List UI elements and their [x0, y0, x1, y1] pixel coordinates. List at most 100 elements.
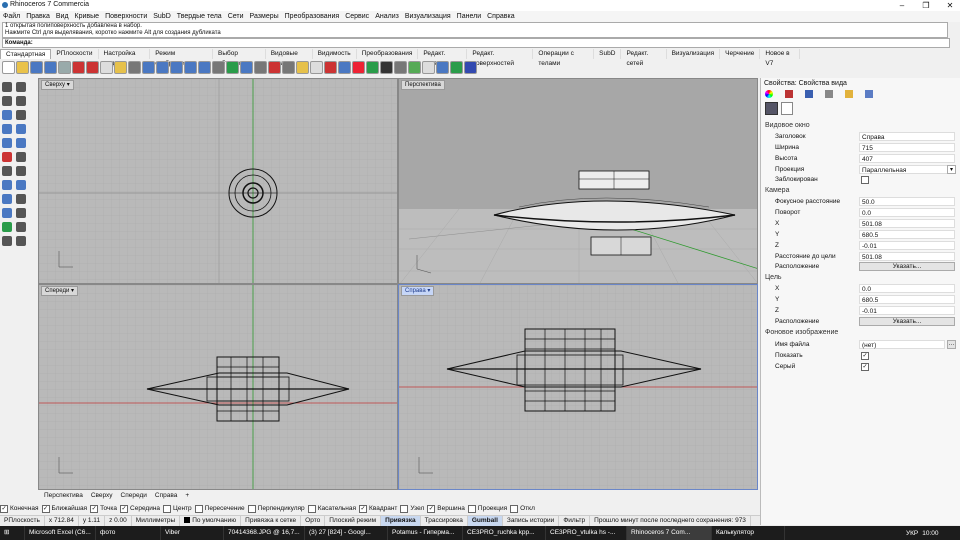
toolbar-tab[interactable]: Редакт. поверхностей — [467, 49, 534, 67]
viewport-tab[interactable]: Перспектива — [40, 491, 87, 501]
toolbar-tab[interactable]: Настройка вида — [99, 49, 151, 67]
toolbar-tool-icon[interactable] — [86, 61, 99, 74]
camera-pick-button[interactable]: Указать... — [859, 262, 955, 271]
folder-icon[interactable] — [845, 90, 853, 98]
toolbar-tab[interactable]: Редакт. сетей — [621, 49, 667, 67]
toolbar-tool-icon[interactable] — [296, 61, 309, 74]
toolbar-tool-icon[interactable] — [310, 61, 323, 74]
left-tool-icon[interactable] — [2, 208, 12, 218]
menu-item[interactable]: SubD — [150, 11, 174, 22]
osnap-checkbox[interactable] — [307, 504, 316, 513]
prop-value[interactable]: 501.08 — [859, 219, 955, 228]
toolbar-tab[interactable]: Выбор объектов — [213, 49, 266, 67]
toolbar-tool-icon[interactable] — [156, 61, 169, 74]
taskbar-item[interactable]: Rhinoceros 7 Com... — [627, 526, 712, 540]
toolbar-tool-icon[interactable] — [464, 61, 477, 74]
target-pick-button[interactable]: Указать... — [859, 317, 955, 326]
menu-item[interactable]: Поверхности — [102, 11, 150, 22]
menu-item[interactable]: Твердые тела — [174, 11, 225, 22]
toolbar-tool-icon[interactable] — [408, 61, 421, 74]
status-planar[interactable]: Плоский режим — [325, 516, 382, 526]
render-icon[interactable] — [805, 90, 813, 98]
chevron-down-icon[interactable]: ▾ — [947, 165, 956, 174]
prop-value[interactable]: 680.5 — [859, 230, 955, 239]
prop-value[interactable]: 680.5 — [859, 295, 955, 304]
viewport-top[interactable]: Сверху ▾ — [38, 78, 398, 284]
osnap-option[interactable]: Пересечение — [194, 504, 245, 513]
toolbar-tool-icon[interactable] — [268, 61, 281, 74]
toolbar-tool-icon[interactable] — [142, 61, 155, 74]
close-icon[interactable]: ✕ — [942, 0, 958, 11]
viewport-label-perspective[interactable]: Перспектива — [401, 80, 445, 90]
osnap-option[interactable]: Откл — [510, 504, 535, 513]
status-filter[interactable]: Фильтр — [559, 516, 591, 526]
status-osnap[interactable]: Привязка — [381, 516, 421, 526]
viewport-tab[interactable]: Справа — [151, 491, 181, 501]
toolbar-tool-icon[interactable] — [366, 61, 379, 74]
locked-checkbox[interactable] — [861, 176, 869, 184]
osnap-option[interactable]: ✓ Ближайшая — [41, 504, 87, 513]
menu-item[interactable]: Сервис — [342, 11, 372, 22]
prop-value[interactable]: 50.0 — [859, 197, 955, 206]
menu-item[interactable]: Преобразования — [282, 11, 343, 22]
toolbar-tab[interactable]: Преобразования — [357, 49, 419, 59]
left-tool-icon[interactable] — [2, 152, 12, 162]
tray-language[interactable]: УКР — [906, 530, 918, 537]
left-tool-icon[interactable] — [16, 180, 26, 190]
toolbar-tab[interactable]: Стандартная — [0, 49, 52, 59]
left-tool-icon[interactable] — [16, 208, 26, 218]
toolbar-tool-icon[interactable] — [324, 61, 337, 74]
material-icon[interactable] — [785, 90, 793, 98]
left-tool-icon[interactable] — [16, 222, 26, 232]
prop-value[interactable]: 0.0 — [859, 284, 955, 293]
prop-value[interactable]: 407 — [859, 154, 955, 163]
viewport-tab[interactable]: Сверху — [87, 491, 117, 501]
osnap-option[interactable]: ✓ Вершина — [427, 504, 465, 513]
status-ortho[interactable]: Орто — [301, 516, 326, 526]
osnap-checkbox[interactable]: ✓ — [120, 504, 129, 513]
camera-icon[interactable] — [765, 102, 778, 115]
image-icon[interactable] — [865, 90, 873, 98]
toolbar-tool-icon[interactable] — [2, 61, 15, 74]
viewport-right[interactable]: Справа ▾ — [398, 284, 758, 490]
left-tool-icon[interactable] — [2, 194, 12, 204]
toolbar-tool-icon[interactable] — [198, 61, 211, 74]
left-tool-icon[interactable] — [2, 236, 12, 246]
left-tool-icon[interactable] — [16, 194, 26, 204]
status-gumball[interactable]: Gumball — [467, 516, 503, 526]
toolbar-tool-icon[interactable] — [114, 61, 127, 74]
maximize-icon[interactable]: ❐ — [918, 0, 934, 11]
left-tool-icon[interactable] — [2, 124, 12, 134]
osnap-checkbox[interactable] — [194, 504, 203, 513]
toolbar-tab[interactable]: Видовые окна — [266, 49, 313, 67]
osnap-option[interactable]: ✓ Квадрант — [359, 504, 397, 513]
prop-value[interactable]: 501.08 — [859, 252, 955, 261]
left-tool-icon[interactable] — [16, 124, 26, 134]
osnap-option[interactable]: ✓ Конечная — [0, 504, 39, 513]
status-grid-snap[interactable]: Привязка к сетке — [241, 516, 302, 526]
taskbar-item[interactable]: CE3PRO_vtulka hs -... — [546, 526, 627, 540]
left-tool-icon[interactable] — [16, 152, 26, 162]
prop-value[interactable]: -0.01 — [859, 241, 955, 250]
command-prompt[interactable]: Команда: — [2, 38, 950, 48]
browse-button[interactable]: … — [947, 340, 956, 349]
left-tool-icon[interactable] — [2, 166, 12, 176]
left-tool-icon[interactable] — [16, 82, 26, 92]
toolbar-tab[interactable]: Операции с телами — [533, 49, 595, 67]
taskbar-item[interactable]: Potamus - Гиперма... — [388, 526, 463, 540]
toolbar-tab[interactable]: Визуализация — [667, 49, 721, 59]
menu-item[interactable]: Правка — [23, 11, 53, 22]
toolbar-tool-icon[interactable] — [254, 61, 267, 74]
toolbar-tool-icon[interactable] — [30, 61, 43, 74]
toolbar-tool-icon[interactable] — [380, 61, 393, 74]
osnap-checkbox[interactable]: ✓ — [0, 504, 8, 513]
menu-item[interactable]: Вид — [53, 11, 72, 22]
left-tool-icon[interactable] — [2, 96, 12, 106]
left-tool-icon[interactable] — [16, 138, 26, 148]
left-tool-icon[interactable] — [16, 96, 26, 106]
toolbar-tool-icon[interactable] — [72, 61, 85, 74]
left-tool-icon[interactable] — [16, 110, 26, 120]
osnap-checkbox[interactable] — [467, 504, 476, 513]
prop-value[interactable]: -0.01 — [859, 306, 955, 315]
taskbar-item[interactable]: 70414368.JPG @ 16,7... — [224, 526, 305, 540]
